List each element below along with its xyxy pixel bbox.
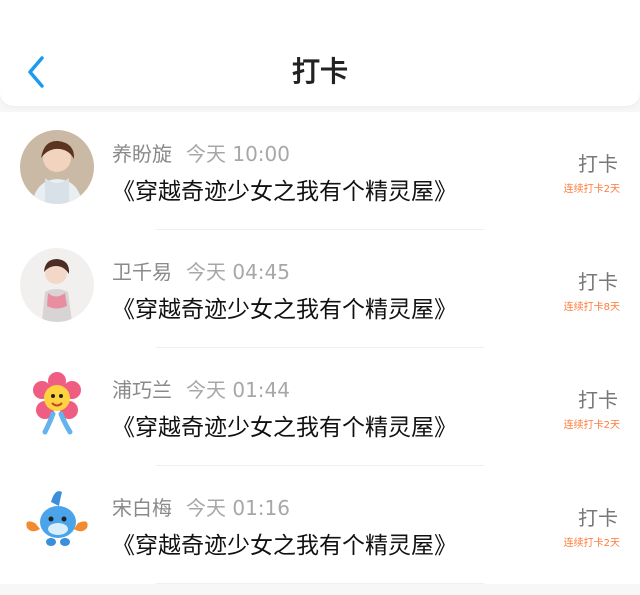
checkin-time: 今天 01:44 [186,378,290,402]
user-meta: 养盼旋 今天 10:00 [112,138,290,167]
checkin-button[interactable]: 打卡 [578,384,618,413]
avatar[interactable] [20,130,94,204]
book-title[interactable]: 《穿越奇迹少女之我有个精灵屋》 [112,526,457,560]
streak-label: 连续打卡8天 [563,302,620,313]
checkin-button[interactable]: 打卡 [578,148,618,177]
top-navigation-bar: 打卡 [0,0,640,106]
person-photo-avatar [20,248,94,322]
avatar[interactable] [20,366,94,440]
book-title[interactable]: 《穿越奇迹少女之我有个精灵屋》 [112,172,457,206]
streak-label: 连续打卡2天 [563,420,620,431]
user-meta: 宋白梅 今天 01:16 [112,492,290,521]
checkin-list: 养盼旋 今天 10:00 《穿越奇迹少女之我有个精灵屋》 打卡 连续打卡2天 卫千… [0,112,640,584]
avatar[interactable] [20,484,94,558]
user-meta: 浦巧兰 今天 01:44 [112,374,290,403]
person-photo-avatar [20,130,94,204]
streak-label: 连续打卡2天 [563,184,620,195]
book-title[interactable]: 《穿越奇迹少女之我有个精灵屋》 [112,290,457,324]
list-item[interactable]: 养盼旋 今天 10:00 《穿越奇迹少女之我有个精灵屋》 打卡 连续打卡2天 [0,112,640,230]
book-title[interactable]: 《穿越奇迹少女之我有个精灵屋》 [112,408,457,442]
list-item[interactable]: 卫千易 今天 04:45 《穿越奇迹少女之我有个精灵屋》 打卡 连续打卡8天 [0,230,640,348]
checkin-time: 今天 01:16 [186,496,290,520]
avatar[interactable] [20,248,94,322]
user-name: 卫千易 [112,260,172,284]
list-item[interactable]: 浦巧兰 今天 01:44 《穿越奇迹少女之我有个精灵屋》 打卡 连续打卡2天 [0,348,640,466]
mudkip-character-avatar [20,484,94,558]
user-name: 养盼旋 [112,142,172,166]
checkin-button[interactable]: 打卡 [578,266,618,295]
checkin-time: 今天 10:00 [186,142,290,166]
user-name: 宋白梅 [112,496,172,520]
user-name: 浦巧兰 [112,378,172,402]
list-item[interactable]: 宋白梅 今天 01:16 《穿越奇迹少女之我有个精灵屋》 打卡 连续打卡2天 [0,466,640,584]
page-title: 打卡 [291,55,348,88]
checkin-time: 今天 04:45 [186,260,290,284]
checkin-button[interactable]: 打卡 [578,502,618,531]
divider [156,583,484,584]
flower-mascot-avatar [20,366,94,440]
user-meta: 卫千易 今天 04:45 [112,256,290,285]
streak-label: 连续打卡2天 [563,538,620,549]
